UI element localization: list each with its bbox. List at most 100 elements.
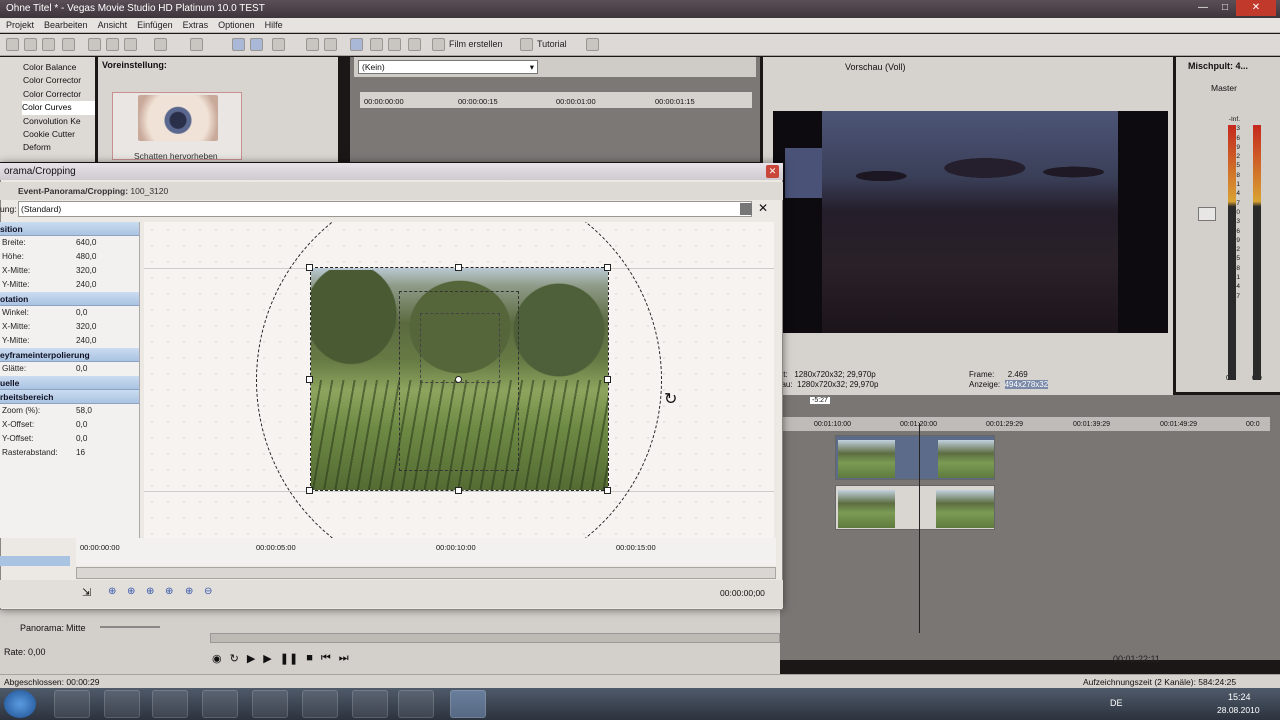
crop-handle[interactable]	[455, 487, 462, 494]
video-clip[interactable]	[835, 485, 995, 530]
fx-item[interactable]: Deform	[23, 141, 95, 154]
play-icon[interactable]: ▶	[263, 652, 271, 665]
help-pointer-icon[interactable]	[586, 38, 599, 51]
panorama-slider[interactable]	[100, 626, 160, 628]
new-icon[interactable]	[6, 38, 19, 51]
cut-icon[interactable]	[88, 38, 101, 51]
prop-row[interactable]: Rasterabstand: 16	[0, 446, 139, 460]
first-keyframe-icon[interactable]: ⊕	[108, 586, 116, 597]
fx-item[interactable]: Convolution Ke	[23, 115, 95, 128]
fx-item[interactable]: Cookie Cutter	[23, 128, 95, 141]
start-button[interactable]	[4, 690, 36, 718]
keyframe-scrollbar[interactable]	[76, 567, 776, 579]
center-handle[interactable]	[455, 376, 462, 383]
prop-row[interactable]: X-Offset: 0,0	[0, 418, 139, 432]
menu-projekt[interactable]: Projekt	[6, 20, 34, 30]
tutorial-icon[interactable]	[520, 38, 533, 51]
messenger-icon[interactable]	[352, 690, 388, 718]
preset-dropdown[interactable]: (Standard) ▾	[18, 201, 752, 217]
menu-ansicht[interactable]: Ansicht	[98, 20, 128, 30]
playhead[interactable]	[919, 423, 920, 633]
loop-icon[interactable]: ↻	[230, 652, 239, 665]
ie-icon[interactable]	[398, 690, 434, 718]
lock-envelope-icon[interactable]	[350, 38, 363, 51]
tutorial-button[interactable]: Tutorial	[537, 39, 567, 49]
prev-icon[interactable]: ⏮	[321, 652, 331, 665]
crossfade-icon[interactable]	[370, 38, 383, 51]
crop-handle[interactable]	[306, 487, 313, 494]
prop-row[interactable]: Zoom (%): 58,0	[0, 404, 139, 418]
record-icon[interactable]: ◉	[212, 652, 222, 665]
next-keyframe-icon[interactable]: ⊕	[165, 586, 173, 597]
fx-item-selected[interactable]: Color Curves	[22, 101, 95, 115]
envelope-tool-icon[interactable]	[250, 38, 263, 51]
fx-item[interactable]: Color Corrector	[23, 88, 95, 101]
film-erstellen-button[interactable]: Film erstellen	[449, 39, 503, 49]
active-app-icon[interactable]	[450, 690, 486, 718]
crop-handle[interactable]	[604, 264, 611, 271]
save-icon[interactable]	[42, 38, 55, 51]
prop-row[interactable]: Glätte: 0,0	[0, 362, 139, 376]
open-icon[interactable]	[24, 38, 37, 51]
prop-row[interactable]: Winkel: 0,0	[0, 306, 139, 320]
prop-row[interactable]: Y-Mitte: 240,0	[0, 278, 139, 292]
sync-cursor-icon[interactable]: ⇲	[82, 586, 91, 599]
film-icon[interactable]	[432, 38, 445, 51]
menu-hilfe[interactable]: Hilfe	[265, 20, 283, 30]
vegas-icon[interactable]	[302, 690, 338, 718]
timeline-scrollbar[interactable]	[210, 633, 780, 643]
master-fader[interactable]	[1198, 207, 1216, 221]
media-icon[interactable]	[152, 690, 188, 718]
crop-handle[interactable]	[604, 376, 611, 383]
menu-extras[interactable]: Extras	[183, 20, 209, 30]
trimmer-dropdown[interactable]: (Kein) ▾	[358, 60, 538, 74]
last-keyframe-icon[interactable]: ⊕	[185, 586, 193, 597]
stop-icon[interactable]: ■	[306, 652, 313, 665]
next-icon[interactable]: ⏭	[339, 652, 349, 665]
edit-tool-icon[interactable]	[232, 38, 245, 51]
delete-preset-icon[interactable]: ✕	[758, 201, 768, 215]
minimize-button[interactable]: —	[1192, 0, 1214, 16]
prev-keyframe-icon[interactable]: ⊕	[127, 586, 135, 597]
paste-icon[interactable]	[124, 38, 137, 51]
section-header[interactable]: otation	[0, 292, 139, 306]
redo-icon[interactable]	[190, 38, 203, 51]
snap-icon[interactable]	[306, 38, 319, 51]
prop-row[interactable]: Y-Mitte: 240,0	[0, 334, 139, 348]
app-icon[interactable]	[104, 690, 140, 718]
crop-handle[interactable]	[306, 264, 313, 271]
video-clip[interactable]	[835, 435, 995, 480]
pause-icon[interactable]: ❚❚	[280, 652, 298, 665]
menu-einfuegen[interactable]: Einfügen	[137, 20, 173, 30]
prop-row[interactable]: Y-Offset: 0,0	[0, 432, 139, 446]
prop-row[interactable]: Höhe: 480,0	[0, 250, 139, 264]
prop-row[interactable]: X-Mitte: 320,0	[0, 320, 139, 334]
play-from-start-icon[interactable]: ▶	[247, 652, 255, 665]
explorer-icon[interactable]	[54, 690, 90, 718]
properties-icon[interactable]	[62, 38, 75, 51]
network-icon[interactable]	[252, 690, 288, 718]
crop-handle[interactable]	[604, 487, 611, 494]
prop-row[interactable]: Breite: 640,0	[0, 236, 139, 250]
section-header[interactable]: sition	[0, 222, 139, 236]
section-header[interactable]: uelle	[0, 376, 139, 390]
zoom-icon[interactable]	[388, 38, 401, 51]
crop-handle[interactable]	[455, 264, 462, 271]
keyframe-track-label[interactable]	[0, 556, 70, 566]
render-icon[interactable]	[408, 38, 421, 51]
dialog-close-button[interactable]: ✕	[766, 165, 779, 178]
close-button[interactable]: ✕	[1236, 0, 1276, 16]
save-preset-icon[interactable]	[740, 203, 752, 215]
fx-item[interactable]: Color Balance	[23, 61, 95, 74]
autoripple-icon[interactable]	[324, 38, 337, 51]
selection-tool-icon[interactable]	[272, 38, 285, 51]
copy-icon[interactable]	[106, 38, 119, 51]
rotate-icon[interactable]: ↻	[664, 389, 677, 409]
language-indicator[interactable]: DE	[1110, 698, 1123, 708]
prop-row[interactable]: X-Mitte: 320,0	[0, 264, 139, 278]
delete-keyframe-icon[interactable]: ⊖	[204, 586, 212, 597]
add-keyframe-icon[interactable]: ⊕	[146, 586, 154, 597]
undo-icon[interactable]	[154, 38, 167, 51]
section-header[interactable]: eyframeinterpolierung	[0, 348, 139, 362]
section-header[interactable]: rbeitsbereich	[0, 390, 139, 404]
